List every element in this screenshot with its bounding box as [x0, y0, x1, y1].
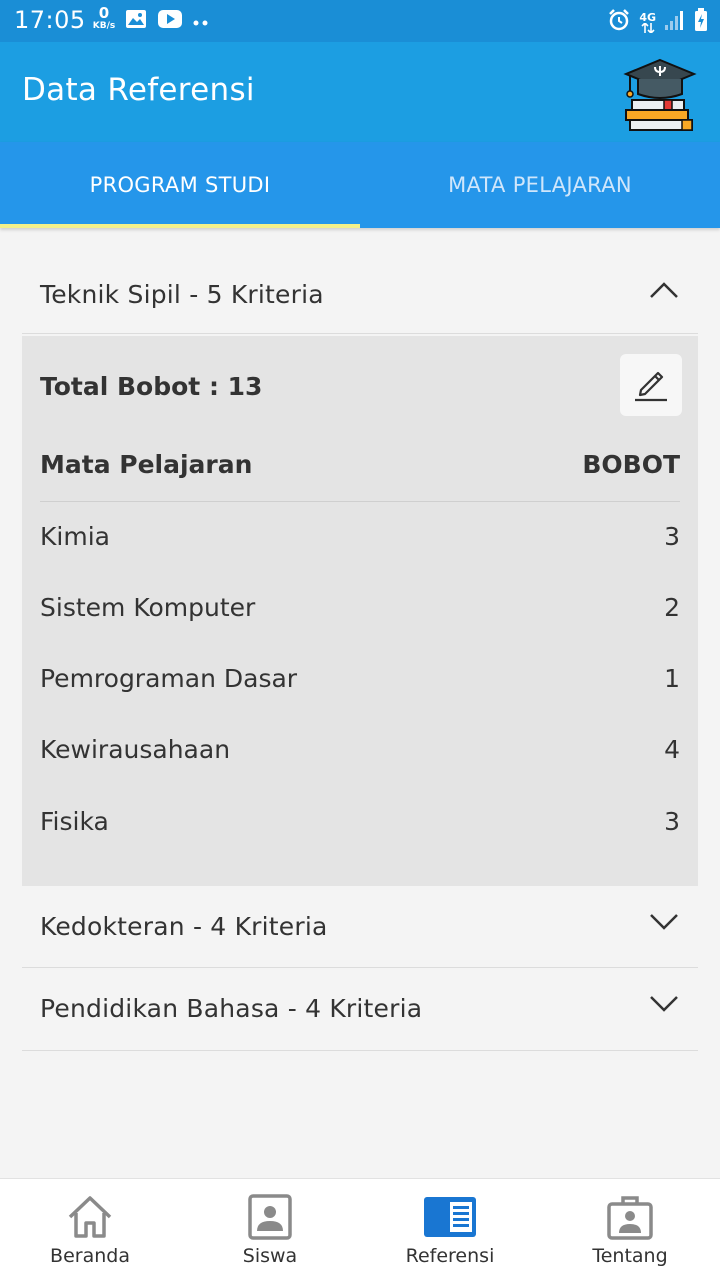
tab-label: PROGRAM STUDI [89, 173, 271, 197]
nav-label: Beranda [50, 1245, 130, 1267]
table-row: Pemrograman Dasar 1 [40, 664, 680, 704]
tab-indicator [0, 224, 360, 228]
chevron-up-icon [648, 280, 680, 300]
briefcase-icon [606, 1193, 654, 1241]
table-row: Kimia 3 [40, 522, 680, 562]
tab-label: MATA PELAJARAN [448, 173, 632, 197]
network-type-text: 4G [639, 10, 656, 24]
net-speed: 0 KB/s [90, 6, 118, 31]
bottom-navigation: Beranda Siswa Referensi Tentang [0, 1178, 720, 1280]
row-weight: 3 [664, 807, 680, 836]
nav-referensi[interactable]: Referensi [360, 1179, 540, 1280]
table-row: Fisika 3 [40, 807, 680, 847]
app-bar: Data Referensi [0, 42, 720, 142]
table-header: Mata Pelajaran BOBOT [40, 446, 680, 502]
row-subject: Sistem Komputer [40, 593, 256, 622]
table-row: Kewirausahaan 4 [40, 735, 680, 775]
nav-beranda[interactable]: Beranda [0, 1179, 180, 1280]
edit-button[interactable] [620, 354, 682, 416]
status-bar: 17:05 0 KB/s 4G [0, 0, 720, 42]
row-subject: Kimia [40, 522, 110, 551]
nav-label: Siswa [242, 1245, 298, 1267]
group-header-pendidikan-bahasa[interactable]: Pendidikan Bahasa - 4 Kriteria [22, 968, 698, 1051]
tab-mata-pelajaran[interactable]: MATA PELAJARAN [360, 142, 720, 228]
nav-tentang[interactable]: Tentang [540, 1179, 720, 1280]
column-weight: BOBOT [582, 450, 680, 479]
nav-siswa[interactable]: Siswa [180, 1179, 360, 1280]
list-icon [422, 1193, 478, 1241]
row-weight: 4 [664, 735, 680, 764]
home-icon [66, 1193, 114, 1241]
row-subject: Fisika [40, 807, 109, 836]
column-subject: Mata Pelajaran [40, 450, 253, 479]
pencil-icon [631, 363, 671, 407]
net-speed-unit: KB/s [92, 21, 116, 31]
group-label: Pendidikan Bahasa - 4 Kriteria [40, 994, 423, 1023]
row-subject: Kewirausahaan [40, 735, 231, 764]
row-weight: 2 [664, 593, 680, 622]
youtube-icon [157, 9, 183, 33]
chevron-down-icon [648, 912, 680, 932]
total-bobot: Total Bobot : 13 [40, 372, 263, 401]
image-icon [125, 9, 147, 33]
net-speed-value: 0 [98, 4, 110, 22]
signal-icon [664, 9, 686, 35]
nav-label: Tentang [592, 1245, 668, 1267]
group-header-kedokteran[interactable]: Kedokteran - 4 Kriteria [22, 886, 698, 968]
nav-label: Referensi [405, 1245, 495, 1267]
chevron-down-icon [648, 994, 680, 1014]
person-icon [246, 1193, 294, 1241]
status-time: 17:05 [14, 6, 86, 34]
tab-bar: PROGRAM STUDI MATA PELAJARAN [0, 142, 720, 228]
network-type-label: 4G [639, 12, 656, 33]
row-weight: 1 [664, 664, 680, 693]
more-notifications-icon [193, 12, 209, 31]
graduation-cap-books-icon [620, 54, 700, 132]
program-list: Teknik Sipil - 5 Kriteria Total Bobot : … [22, 252, 698, 1051]
group-details-teknik-sipil: Total Bobot : 13 Mata Pelajaran BOBOT Ki… [22, 336, 698, 886]
page-title: Data Referensi [22, 72, 255, 108]
table-row: Sistem Komputer 2 [40, 593, 680, 633]
alarm-icon [607, 8, 631, 36]
tab-program-studi[interactable]: PROGRAM STUDI [0, 142, 360, 228]
group-label: Teknik Sipil - 5 Kriteria [40, 280, 324, 309]
row-weight: 3 [664, 522, 680, 551]
row-subject: Pemrograman Dasar [40, 664, 298, 693]
group-header-teknik-sipil[interactable]: Teknik Sipil - 5 Kriteria [22, 252, 698, 334]
battery-icon [694, 8, 708, 36]
group-label: Kedokteran - 4 Kriteria [40, 912, 328, 941]
